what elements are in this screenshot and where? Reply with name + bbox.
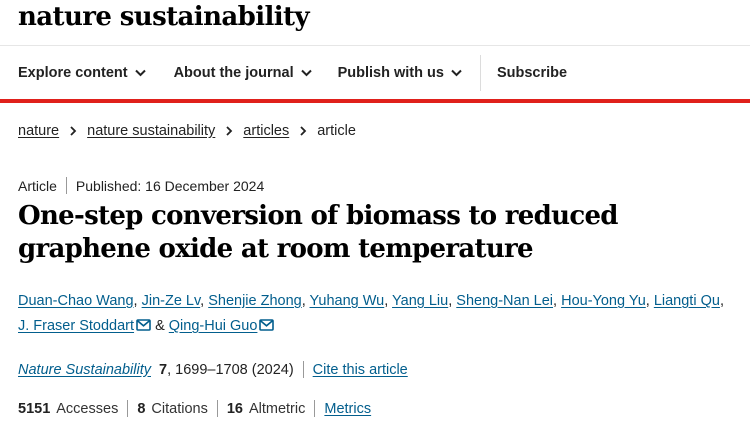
nav-about-journal[interactable]: About the journal — [174, 46, 312, 99]
citations-label: Citations — [151, 400, 208, 417]
metrics-divider — [314, 400, 316, 417]
citation-divider — [302, 361, 304, 378]
nav-subscribe-label: Subscribe — [496, 64, 568, 81]
citation-line: Nature Sustainability 7 , 1699–1708 (202… — [18, 361, 408, 378]
author-ampersand: & — [155, 318, 165, 334]
metrics-link[interactable]: Metrics — [324, 401, 371, 417]
metrics-divider — [216, 400, 218, 417]
chevron-right-icon — [225, 126, 233, 136]
citations-count: 8 — [137, 400, 146, 417]
article-meta: Article Published: 16 December 2024 — [18, 177, 264, 194]
journal-pages-year: , 1699–1708 (2024) — [167, 361, 294, 378]
breadcrumb-current: article — [317, 123, 356, 139]
meta-divider — [65, 177, 67, 194]
chevron-down-icon — [451, 67, 462, 78]
nav-subscribe[interactable]: Subscribe — [497, 46, 567, 99]
breadcrumb-articles[interactable]: articles — [243, 123, 289, 139]
article-metrics: 5151 Accesses 8 Citations 16 Altmetric M… — [18, 400, 371, 417]
author-link[interactable]: Liangti Qu — [654, 293, 720, 309]
chevron-down-icon — [300, 67, 312, 78]
nav-divider — [479, 54, 481, 91]
author-link[interactable]: Sheng-Nan Lei — [456, 293, 553, 309]
breadcrumb-nature[interactable]: nature — [18, 123, 59, 139]
article-title: One-step conversion of biomass to reduce… — [18, 201, 618, 264]
site-logo[interactable]: nature sustainability — [18, 0, 310, 34]
journal-volume: 7 — [159, 361, 168, 378]
author-list: Duan-Chao Wang, Jin-Ze Lv, Shenjie Zhong… — [18, 293, 724, 334]
accesses-label: Accesses — [56, 400, 119, 417]
chevron-right-icon — [69, 126, 77, 136]
author-link[interactable]: Jin-Ze Lv — [142, 293, 201, 309]
nav-publish-label: Publish with us — [337, 64, 444, 81]
nav-explore-content-label: Explore content — [18, 64, 128, 81]
mail-icon[interactable] — [259, 319, 275, 331]
journal-link[interactable]: Nature Sustainability — [18, 362, 151, 378]
author-link[interactable]: Hou-Yong Yu — [561, 293, 646, 309]
article-type: Article — [18, 177, 57, 194]
author-link[interactable]: Shenjie Zhong — [208, 293, 302, 309]
nav-publish-with-us[interactable]: Publish with us — [338, 46, 462, 99]
author-link[interactable]: Yang Liu — [392, 293, 448, 309]
author-link[interactable]: Qing-Hui Guo — [169, 318, 258, 334]
author-link[interactable]: J. Fraser Stoddart — [18, 318, 134, 334]
main-navigation: Explore content About the journal Publis… — [0, 45, 750, 99]
chevron-down-icon — [134, 67, 146, 78]
accesses-count: 5151 — [18, 400, 51, 417]
chevron-right-icon — [299, 126, 307, 136]
published-date: Published: 16 December 2024 — [75, 177, 265, 194]
metrics-divider — [127, 400, 129, 417]
altmetric-label: Altmetric — [248, 400, 306, 417]
mail-icon[interactable] — [136, 319, 151, 331]
nav-about-journal-label: About the journal — [173, 64, 294, 81]
accent-bar — [0, 99, 750, 103]
nav-explore-content[interactable]: Explore content — [18, 46, 146, 99]
author-link[interactable]: Duan-Chao Wang — [18, 293, 134, 309]
author-link[interactable]: Yuhang Wu — [310, 293, 385, 309]
altmetric-score: 16 — [226, 400, 243, 417]
cite-article-link[interactable]: Cite this article — [313, 362, 408, 378]
breadcrumb-nature-sustainability[interactable]: nature sustainability — [87, 123, 215, 139]
breadcrumb: nature nature sustainability articles ar… — [18, 123, 356, 139]
